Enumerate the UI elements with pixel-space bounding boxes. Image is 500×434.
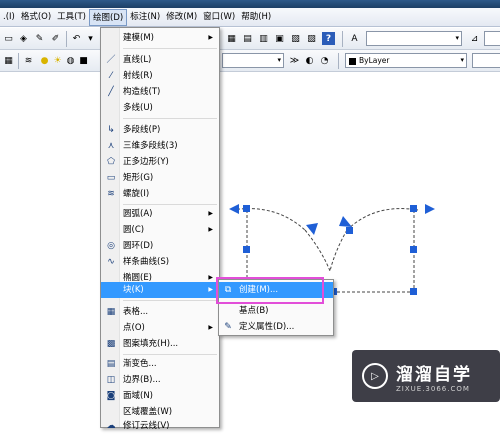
watermark-title: 溜溜自学: [396, 364, 472, 385]
3d-polyline-icon: ⋏: [107, 141, 115, 151]
standard-toolbar: ▭ ◈ ✎ ✐ ↶ ▾ ▦ ▤ ▥ ▣ ▧ ▨ ? A ▾ ⊿: [0, 28, 500, 50]
draw-menu-item[interactable]: 建模(M) ▶: [101, 30, 219, 46]
layer-manager-icon[interactable]: ▦: [2, 54, 15, 67]
draw-menu-item[interactable]: ▭ 矩形(G): [101, 170, 219, 186]
menu-bar: .(I) 格式(O) 工具(T) 绘图(D) 标注(N) 修改(M) 窗口(W)…: [0, 8, 500, 27]
draw-menu-item[interactable]: 圆(C) ▶: [101, 222, 219, 238]
region-icon: ◙: [106, 391, 116, 401]
draw-menu-item[interactable]: ◫ 边界(B)...: [101, 372, 219, 388]
play-logo-icon: ▷: [362, 363, 388, 389]
draw-menu-item[interactable]: 点(O) ▶: [101, 320, 219, 336]
menu-help[interactable]: 帮助(H): [238, 9, 274, 26]
draw-menu-item[interactable]: ╱ 构造线(T): [101, 84, 219, 100]
menu-dimension[interactable]: 标注(N): [127, 9, 163, 26]
boundary-icon: ◫: [106, 375, 116, 385]
layer-combo[interactable]: ByLayer ▾: [345, 53, 467, 68]
make-current-icon[interactable]: ≫: [288, 54, 301, 67]
hatch-icon: ▩: [106, 339, 116, 349]
brush-icon[interactable]: ✐: [49, 32, 62, 45]
rectangle-icon: ▭: [106, 173, 116, 183]
design-center-icon[interactable]: ▤: [241, 32, 254, 45]
layer-previous-icon[interactable]: ◐: [303, 54, 316, 67]
sheet-set-icon[interactable]: ▣: [273, 32, 286, 45]
draw-menu-item[interactable]: ／直线(L): [101, 52, 219, 68]
table-icon: ▦: [106, 307, 116, 317]
calculator-icon[interactable]: ▨: [305, 32, 318, 45]
watermark: ▷ 溜溜自学 ZIXUE.3066.COM: [352, 350, 500, 402]
layer-match-icon[interactable]: ◔: [318, 54, 331, 67]
text-style-combo[interactable]: ▾: [366, 31, 462, 46]
revcloud-icon: ☁: [106, 421, 116, 431]
menu-view[interactable]: .(I): [0, 9, 18, 26]
draw-menu-item[interactable]: ⁄ 射线(R): [101, 68, 219, 84]
gradient-icon: ▤: [106, 359, 116, 369]
draw-menu-item[interactable]: 多线(U): [101, 100, 219, 116]
menu-window[interactable]: 窗口(W): [200, 9, 238, 26]
ray-icon: ⁄: [110, 71, 112, 81]
layer-combo-tail[interactable]: ▾: [222, 53, 284, 68]
layer-states-icon[interactable]: ≋: [22, 54, 35, 67]
callout-highlight: [216, 277, 324, 304]
text-style-icon[interactable]: A: [348, 32, 361, 45]
define-attribute-icon: ✎: [224, 322, 232, 332]
donut-icon: ◎: [107, 241, 115, 251]
draw-menu-item[interactable]: ▤ 渐变色...: [101, 356, 219, 372]
construction-line-icon: ╱: [108, 87, 114, 97]
linetype-combo[interactable]: [472, 53, 500, 68]
bulb-icon[interactable]: ●: [38, 54, 51, 67]
draw-menu-item[interactable]: ↳ 多段线(P): [101, 122, 219, 138]
polygon-icon: ⬠: [107, 157, 115, 167]
help-icon[interactable]: ?: [322, 32, 335, 45]
layers-toolbar: ▦ ≋ ● ☀ ◍ ■ ▾ ≫ ◐ ◔ ByLayer ▾: [0, 50, 500, 72]
draw-menu-item[interactable]: ▦ 表格...: [101, 304, 219, 320]
helix-icon: ≋: [107, 189, 115, 199]
color-swatch: [349, 57, 356, 65]
draw-menu-item[interactable]: ≋ 螺旋(I): [101, 186, 219, 202]
sun-icon[interactable]: ☀: [51, 54, 64, 67]
watermark-url: ZIXUE.3066.COM: [396, 384, 470, 393]
draw-menu-item[interactable]: ⬠ 正多边形(Y): [101, 154, 219, 170]
draw-menu-item[interactable]: ∿ 样条曲线(S): [101, 254, 219, 270]
draw-menu-item[interactable]: ▩ 图案填充(H)...: [101, 336, 219, 352]
block-base-point-item[interactable]: 基点(B): [219, 303, 333, 319]
layer-color-icon[interactable]: ■: [77, 54, 90, 67]
polyline-icon: ↳: [107, 125, 115, 135]
undo-dropdown-icon[interactable]: ▾: [84, 32, 97, 45]
draw-menu: 建模(M) ▶ ／直线(L) ⁄ 射线(R) ╱ 构造线(T) 多线(U) ↳ 多段线(…: [100, 27, 220, 431]
draw-menu-item[interactable]: ☁ 修订云线(V): [101, 418, 219, 434]
menu-tools[interactable]: 工具(T): [54, 9, 89, 26]
dimension-style-icon[interactable]: ⊿: [468, 32, 481, 45]
menu-modify[interactable]: 修改(M): [163, 9, 200, 26]
paste-icon[interactable]: ◈: [17, 32, 30, 45]
match-properties-icon[interactable]: ✎: [33, 32, 46, 45]
copy-icon[interactable]: ▭: [2, 32, 15, 45]
draw-menu-item[interactable]: ⋏ 三维多段线(3): [101, 138, 219, 154]
properties-icon[interactable]: ▦: [225, 32, 238, 45]
menu-draw[interactable]: 绘图(D): [89, 8, 128, 26]
block-define-attribute-item[interactable]: ✎ 定义属性(D)...: [219, 319, 333, 335]
title-bar-strip: [0, 0, 500, 8]
undo-icon[interactable]: ↶: [70, 32, 83, 45]
draw-menu-item[interactable]: 圆弧(A) ▶: [101, 206, 219, 222]
line-icon: ／: [106, 55, 116, 65]
spline-icon: ∿: [107, 257, 115, 267]
dimension-style-combo[interactable]: [484, 31, 500, 46]
draw-menu-item[interactable]: ◙ 面域(N): [101, 388, 219, 404]
tool-palette-icon[interactable]: ▥: [257, 32, 270, 45]
markup-icon[interactable]: ▧: [289, 32, 302, 45]
draw-menu-item[interactable]: ◎ 圆环(D): [101, 238, 219, 254]
lock-icon[interactable]: ◍: [64, 54, 77, 67]
draw-menu-item-block[interactable]: 块(K) ▶: [101, 282, 219, 298]
menu-format[interactable]: 格式(O): [18, 9, 54, 26]
